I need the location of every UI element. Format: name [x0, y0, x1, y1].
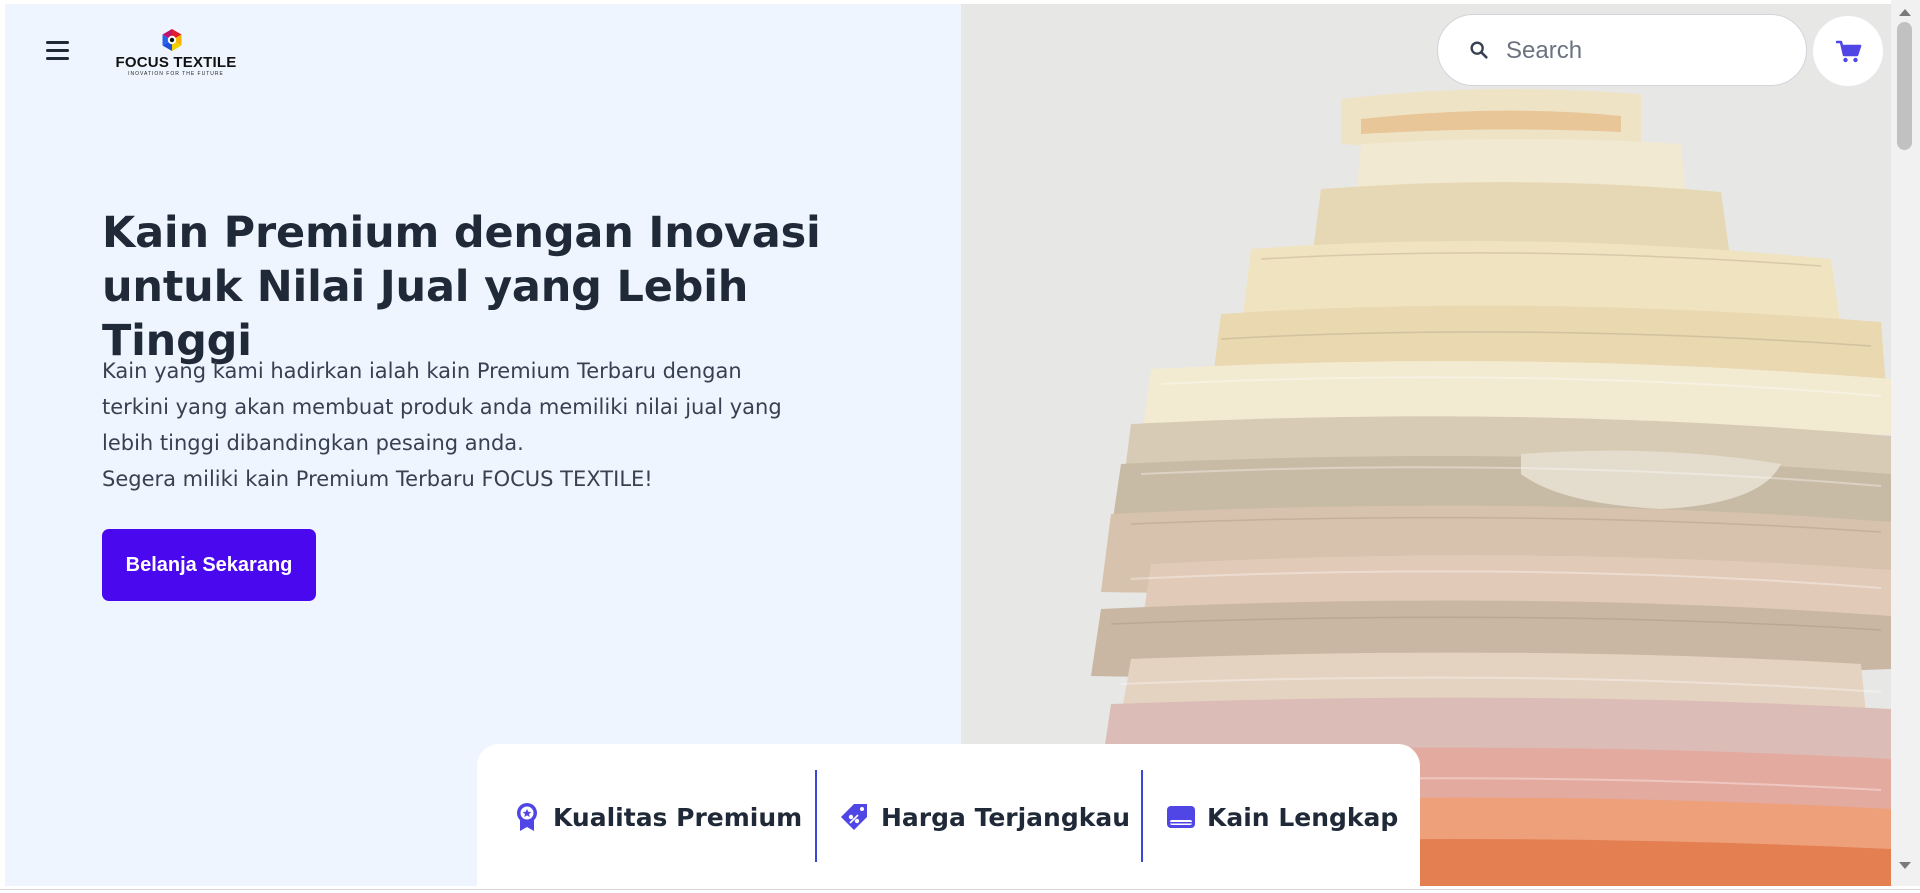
page-viewport: FOCUS TEXTILE INOVATION FOR THE FUTURE K…	[5, 4, 1891, 886]
hamburger-icon-line	[46, 49, 69, 52]
hero-title-line: Kain Premium dengan Inovasi	[102, 208, 821, 258]
hero-description-line: terkini yang akan membuat produk anda me…	[102, 395, 782, 419]
feature-label: Kualitas Premium	[553, 802, 803, 832]
logo-tagline: INOVATION FOR THE FUTURE	[128, 71, 224, 77]
feature-label: Harga Terjangkau	[881, 802, 1131, 832]
feature-affordable-price: Harga Terjangkau	[839, 799, 1130, 835]
feature-premium-quality: Kualitas Premium	[511, 799, 802, 835]
logo-wordmark: FOCUS TEXTILE	[115, 54, 237, 71]
scrollbar-thumb[interactable]	[1897, 22, 1912, 150]
brand-logo[interactable]: FOCUS TEXTILE INOVATION FOR THE FUTURE	[111, 28, 241, 80]
hero-title-line: untuk Nilai Jual yang Lebih Tinggi	[102, 262, 749, 366]
features-bar: Kualitas Premium Harga Terjangkau Kain L…	[477, 744, 1420, 886]
search-input[interactable]	[1504, 33, 1788, 69]
feature-label: Kain Lengkap	[1207, 802, 1399, 832]
hero-description-line: lebih tinggi dibandingkan pesaing anda.	[102, 431, 524, 455]
scroll-down-arrow-icon[interactable]	[1899, 862, 1911, 869]
search-bar[interactable]	[1437, 14, 1807, 86]
feature-divider	[815, 770, 817, 862]
cart-button[interactable]	[1813, 16, 1883, 86]
hamburger-icon-line	[46, 41, 69, 44]
window-bottom-edge	[0, 886, 1920, 893]
scroll-up-arrow-icon[interactable]	[1899, 9, 1911, 16]
menu-button[interactable]	[43, 38, 73, 66]
cart-icon	[1836, 40, 1862, 63]
logo-mark-icon	[162, 29, 182, 51]
search-icon	[1470, 41, 1488, 59]
fabric-roll-icon	[1167, 806, 1195, 828]
feature-complete-fabrics: Kain Lengkap	[1165, 799, 1398, 835]
hero-description: Kain yang kami hadirkan ialah kain Premi…	[102, 353, 802, 497]
page-scrollbar[interactable]	[1891, 0, 1920, 886]
hero-description-line: Segera miliki kain Premium Terbaru FOCUS…	[102, 467, 653, 491]
hero-title: Kain Premium dengan Inovasi untuk Nilai …	[102, 206, 902, 368]
hamburger-icon-line	[46, 57, 69, 60]
award-badge-icon	[517, 803, 537, 831]
shop-now-button[interactable]: Belanja Sekarang	[102, 529, 316, 601]
feature-divider	[1141, 770, 1143, 862]
hero-description-line: Kain yang kami hadirkan ialah kain Premi…	[102, 359, 742, 383]
price-tag-icon	[841, 804, 867, 830]
